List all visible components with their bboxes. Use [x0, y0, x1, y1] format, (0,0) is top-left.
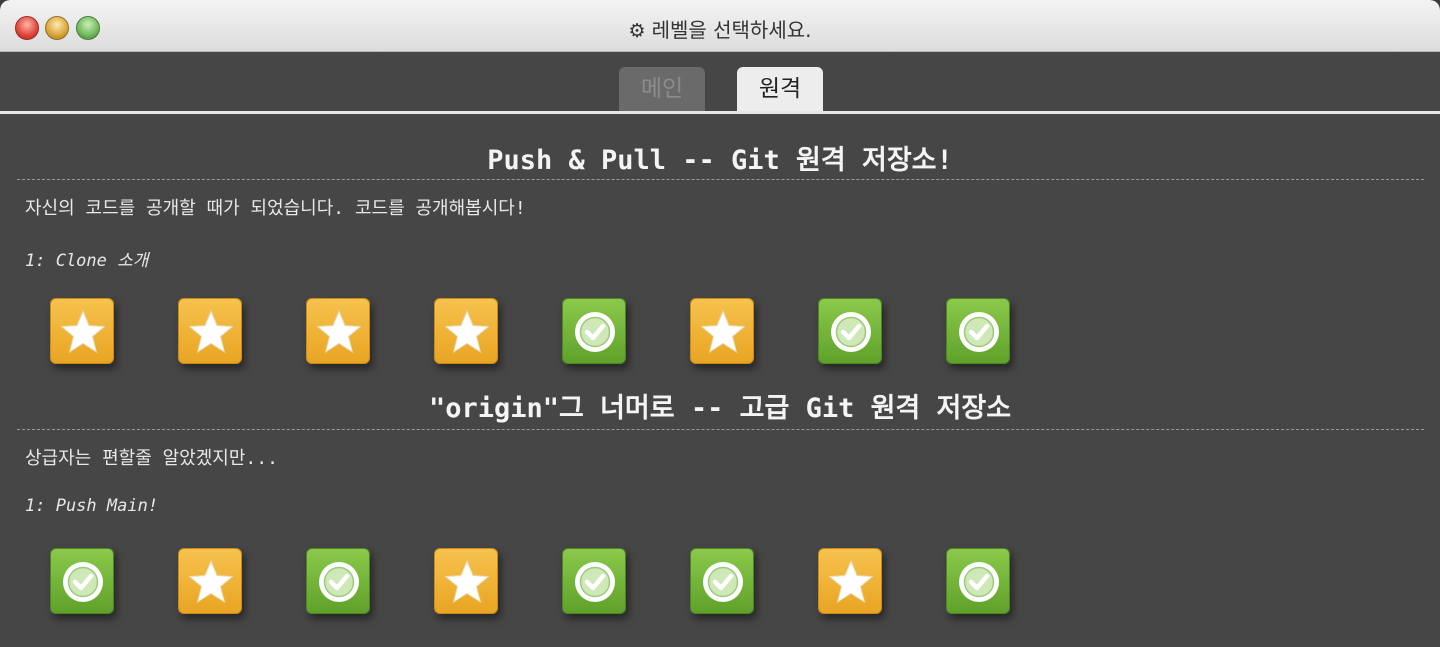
section-subtitle: 1: Push Main! [25, 496, 159, 516]
level-button[interactable] [306, 298, 370, 364]
level-button[interactable] [50, 548, 114, 614]
level-button[interactable] [434, 298, 498, 364]
level-button[interactable] [178, 548, 242, 614]
level-button[interactable] [562, 298, 626, 364]
level-button[interactable] [178, 298, 242, 364]
level-button[interactable] [690, 298, 754, 364]
level-button[interactable] [946, 298, 1010, 364]
tab-main[interactable]: 메인 [619, 67, 705, 111]
section-title-origin: "origin"그 너머로 -- 고급 Git 원격 저장소 [428, 393, 1012, 424]
tab-bar: 메인 원격 [0, 67, 1440, 111]
level-button[interactable] [306, 548, 370, 614]
title-bar: ⚙ 레벨을 선택하세요. [0, 0, 1440, 52]
tab-underline [0, 111, 1440, 114]
level-button[interactable] [434, 548, 498, 614]
level-button[interactable] [690, 548, 754, 614]
level-button[interactable] [946, 548, 1010, 614]
window-title: ⚙ 레벨을 선택하세요. [0, 14, 1440, 43]
level-button[interactable] [562, 548, 626, 614]
level-button[interactable] [50, 298, 114, 364]
section-divider [17, 179, 1424, 180]
section-description: 자신의 코드를 공개할 때가 되었습니다. 코드를 공개해봅시다! [25, 198, 526, 219]
section-divider [17, 429, 1424, 430]
section-title-push-pull: Push & Pull -- Git 원격 저장소! [487, 145, 953, 176]
gear-icon: ⚙ [628, 20, 646, 42]
window-title-text: 레벨을 선택하세요. [651, 18, 812, 42]
section-subtitle: 1: Clone 소개 [25, 251, 149, 271]
level-button[interactable] [818, 298, 882, 364]
section-description: 상급자는 편할줄 알았겠지만... [25, 448, 278, 469]
level-button[interactable] [818, 548, 882, 614]
level-select-window: ⚙ 레벨을 선택하세요. 메인 원격 Push & Pull -- Git 원격 … [0, 0, 1440, 647]
tab-remote[interactable]: 원격 [737, 67, 823, 111]
